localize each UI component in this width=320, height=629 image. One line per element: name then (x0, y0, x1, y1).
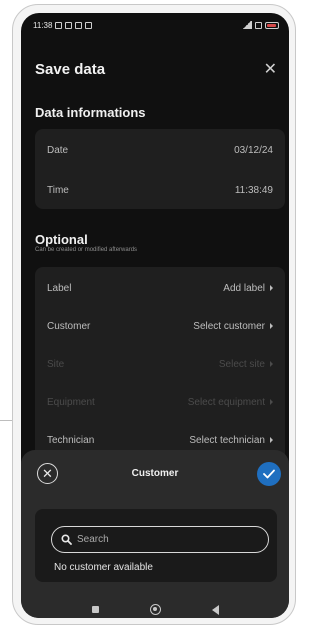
select-customer-text: Select customer (193, 320, 265, 332)
label-label: Label (47, 282, 72, 294)
status-time: 11:38 (33, 20, 53, 30)
label-value: Add label (223, 283, 273, 294)
gallery-icon (65, 21, 73, 29)
app-screen: 11:38 Save data ✕ Data informations Date… (21, 13, 289, 618)
select-equipment-text: Select equipment (187, 396, 265, 408)
page-title: Save data (35, 61, 106, 78)
site-row: Site Select site (35, 345, 285, 383)
phone-frame: 11:38 Save data ✕ Data informations Date… (12, 4, 296, 625)
optional-subtitle: Can be created or modified afterwards (35, 247, 138, 253)
app-icon (75, 21, 83, 29)
chevron-right-icon (270, 323, 273, 329)
close-icon[interactable]: ✕ (264, 61, 277, 78)
date-label: Date (47, 144, 69, 156)
customer-row[interactable]: Customer Select customer (35, 307, 285, 345)
android-nav-bar (21, 601, 289, 618)
label-row[interactable]: Label Add label (35, 269, 285, 307)
chevron-right-icon (270, 285, 273, 291)
customer-value: Select customer (193, 321, 273, 332)
customer-label: Customer (47, 320, 91, 332)
battery-icon (265, 21, 279, 29)
empty-state-text: No customer available (54, 562, 153, 573)
equipment-label: Equipment (47, 396, 95, 408)
header: Save data ✕ (35, 61, 277, 78)
chevron-right-icon (270, 399, 273, 405)
site-label: Site (47, 358, 65, 370)
technician-label: Technician (47, 434, 95, 446)
add-label-text: Add label (223, 282, 265, 294)
wifi-icon (255, 21, 262, 29)
date-value: 03/12/24 (234, 144, 273, 156)
lock-icon (85, 21, 93, 29)
time-label: Time (47, 184, 69, 196)
optional-card: Label Add label Customer Select customer… (35, 267, 285, 467)
site-value: Select site (219, 359, 273, 370)
home-icon[interactable] (149, 604, 161, 615)
data-informations-title: Data informations (35, 105, 146, 120)
search-input[interactable] (77, 534, 247, 545)
search-icon (61, 534, 72, 545)
recents-icon[interactable] (91, 606, 99, 613)
time-row: Time 11:38:49 (35, 171, 285, 209)
technician-value: Select technician (189, 435, 273, 446)
signal-icon (242, 21, 252, 29)
status-left: 11:38 (33, 20, 93, 30)
equipment-value: Select equipment (188, 397, 273, 408)
data-informations-card: Date 03/12/24 Time 11:38:49 (35, 129, 285, 209)
check-icon (263, 469, 275, 479)
page: 11:38 Save data ✕ Data informations Date… (0, 0, 304, 629)
status-bar: 11:38 (21, 13, 289, 37)
confirm-button[interactable] (257, 462, 281, 486)
search-field[interactable] (51, 526, 269, 553)
chevron-right-icon (270, 437, 273, 443)
notification-icon (55, 21, 63, 29)
status-right (242, 21, 279, 29)
optional-title: Optional (35, 232, 88, 247)
select-site-text: Select site (218, 358, 265, 370)
time-value: 11:38:49 (234, 184, 273, 196)
chevron-right-icon (270, 361, 273, 367)
back-icon[interactable] (211, 604, 219, 615)
date-row: Date 03/12/24 (35, 131, 285, 169)
sheet-title: Customer (131, 468, 179, 479)
equipment-row: Equipment Select equipment (35, 383, 285, 421)
select-technician-text: Select technician (189, 434, 265, 446)
